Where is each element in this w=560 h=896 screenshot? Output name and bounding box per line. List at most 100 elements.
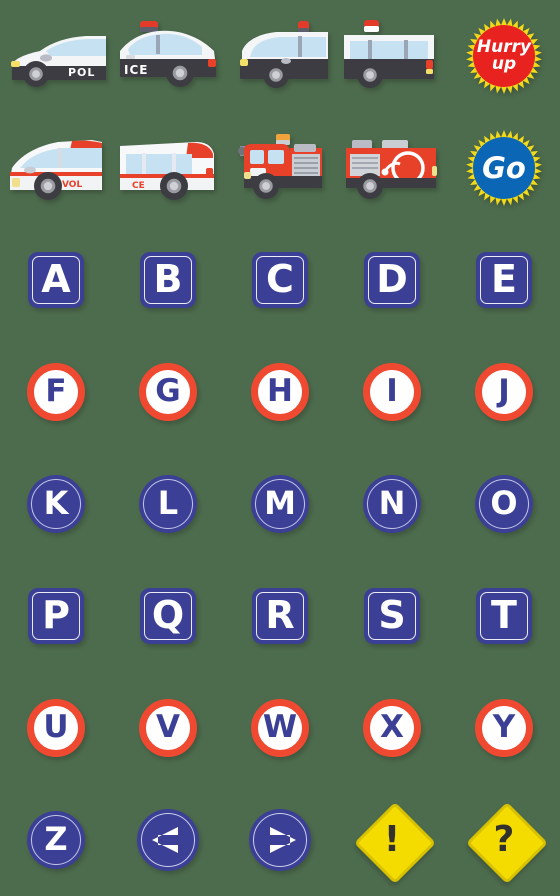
letter-circle-k[interactable]: K — [6, 454, 106, 554]
letter-circle-m[interactable]: M — [230, 454, 330, 554]
police-car-rear[interactable]: ICE — [118, 6, 218, 106]
letter-glyph: U — [43, 708, 69, 745]
police-van-rear-illustration — [342, 15, 442, 97]
ambulance-rear[interactable]: CE — [118, 118, 218, 218]
letter-tile-shape: P — [28, 588, 84, 644]
grid-cell: Y — [448, 672, 560, 784]
letter-circle-y[interactable]: Y — [454, 678, 554, 778]
letter-glyph: B — [153, 257, 183, 301]
letter-tile-shape: E — [476, 252, 532, 308]
letter-tile-shape: C — [252, 252, 308, 308]
letter-glyph: P — [42, 593, 70, 637]
letter-tile-c[interactable]: C — [230, 230, 330, 330]
grid-cell: F — [0, 336, 112, 448]
emoji-sticker-grid: POL ICE Hurry up VOL CE Go A B C D E F G H I J K L M N O P Q R S T… — [0, 0, 560, 896]
letter-glyph: X — [380, 708, 404, 745]
grid-cell: CE — [112, 112, 224, 224]
letter-glyph: D — [376, 257, 408, 301]
letter-circle-shape: W — [251, 699, 309, 757]
letter-tile-s[interactable]: S — [342, 566, 442, 666]
letter-glyph: H — [267, 372, 293, 409]
police-car-front[interactable]: POL — [6, 6, 106, 106]
letter-tile-shape: A — [28, 252, 84, 308]
letter-glyph: N — [378, 484, 406, 522]
grid-cell — [224, 784, 336, 896]
grid-cell: ! — [336, 784, 448, 896]
warning-diamond-shape: ! — [353, 801, 437, 885]
grid-cell: C — [224, 224, 336, 336]
letter-circle-shape: L — [139, 475, 197, 533]
letter-glyph: K — [43, 484, 69, 522]
letter-circle-f[interactable]: F — [6, 342, 106, 442]
grid-cell: A — [0, 224, 112, 336]
letter-glyph: T — [491, 593, 517, 637]
police-car-front-illustration: POL — [6, 16, 106, 96]
letter-circle-o[interactable]: O — [454, 454, 554, 554]
letter-circle-h[interactable]: H — [230, 342, 330, 442]
svg-text:POL: POL — [68, 66, 95, 79]
grid-cell — [224, 112, 336, 224]
letter-tile-shape: D — [364, 252, 420, 308]
letter-tile-e[interactable]: E — [454, 230, 554, 330]
letter-glyph: G — [155, 372, 181, 409]
letter-tile-t[interactable]: T — [454, 566, 554, 666]
letter-glyph: F — [45, 372, 67, 409]
letter-circle-shape: V — [139, 699, 197, 757]
arrow-circle-shape — [249, 809, 311, 871]
letter-glyph: V — [156, 708, 180, 745]
letter-tile-shape: S — [364, 588, 420, 644]
letter-tile-shape: B — [140, 252, 196, 308]
fire-truck-rear[interactable] — [342, 118, 442, 218]
letter-tile-p[interactable]: P — [6, 566, 106, 666]
grid-cell: N — [336, 448, 448, 560]
letter-circle-j[interactable]: J — [454, 342, 554, 442]
letter-tile-r[interactable]: R — [230, 566, 330, 666]
grid-cell: O — [448, 448, 560, 560]
letter-circle-shape: N — [363, 475, 421, 533]
arrow-right-icon[interactable] — [230, 790, 330, 890]
letter-circle-w[interactable]: W — [230, 678, 330, 778]
letter-circle-v[interactable]: V — [118, 678, 218, 778]
grid-cell: W — [224, 672, 336, 784]
grid-cell: K — [0, 448, 112, 560]
letter-tile-d[interactable]: D — [342, 230, 442, 330]
letter-circle-g[interactable]: G — [118, 342, 218, 442]
hurry-up-badge[interactable]: Hurry up — [454, 6, 554, 106]
letter-glyph: A — [41, 257, 71, 301]
warning-exclamation-sign[interactable]: ! — [342, 790, 442, 890]
go-badge[interactable]: Go — [454, 118, 554, 218]
arrow-circle-shape — [137, 809, 199, 871]
letter-tile-shape: R — [252, 588, 308, 644]
grid-cell: G — [112, 336, 224, 448]
letter-circle-x[interactable]: X — [342, 678, 442, 778]
grid-cell: E — [448, 224, 560, 336]
svg-text:ICE: ICE — [124, 63, 148, 77]
ambulance-front-illustration: VOL — [6, 128, 106, 208]
letter-glyph: E — [491, 257, 517, 301]
ambulance-front[interactable]: VOL — [6, 118, 106, 218]
fire-truck-front[interactable] — [230, 118, 330, 218]
letter-circle-shape: G — [139, 363, 197, 421]
diamond-glyph: ! — [383, 819, 401, 860]
letter-circle-z[interactable]: Z — [6, 790, 106, 890]
arrow-left-icon[interactable] — [118, 790, 218, 890]
letter-circle-i[interactable]: I — [342, 342, 442, 442]
letter-tile-q[interactable]: Q — [118, 566, 218, 666]
letter-tile-b[interactable]: B — [118, 230, 218, 330]
letter-circle-u[interactable]: U — [6, 678, 106, 778]
letter-tile-shape: Q — [140, 588, 196, 644]
ambulance-rear-illustration: CE — [118, 128, 218, 208]
warning-question-sign[interactable]: ? — [454, 790, 554, 890]
letter-circle-shape: F — [27, 363, 85, 421]
letter-circle-l[interactable]: L — [118, 454, 218, 554]
police-van-front[interactable] — [230, 6, 330, 106]
letter-circle-n[interactable]: N — [342, 454, 442, 554]
grid-cell: Hurry up — [448, 0, 560, 112]
letter-tile-a[interactable]: A — [6, 230, 106, 330]
letter-circle-shape: I — [363, 363, 421, 421]
grid-cell: H — [224, 336, 336, 448]
starburst-badge-shape: Hurry up — [465, 17, 543, 95]
letter-glyph: M — [264, 484, 296, 522]
police-van-rear[interactable] — [342, 6, 442, 106]
police-van-front-illustration — [230, 15, 330, 97]
